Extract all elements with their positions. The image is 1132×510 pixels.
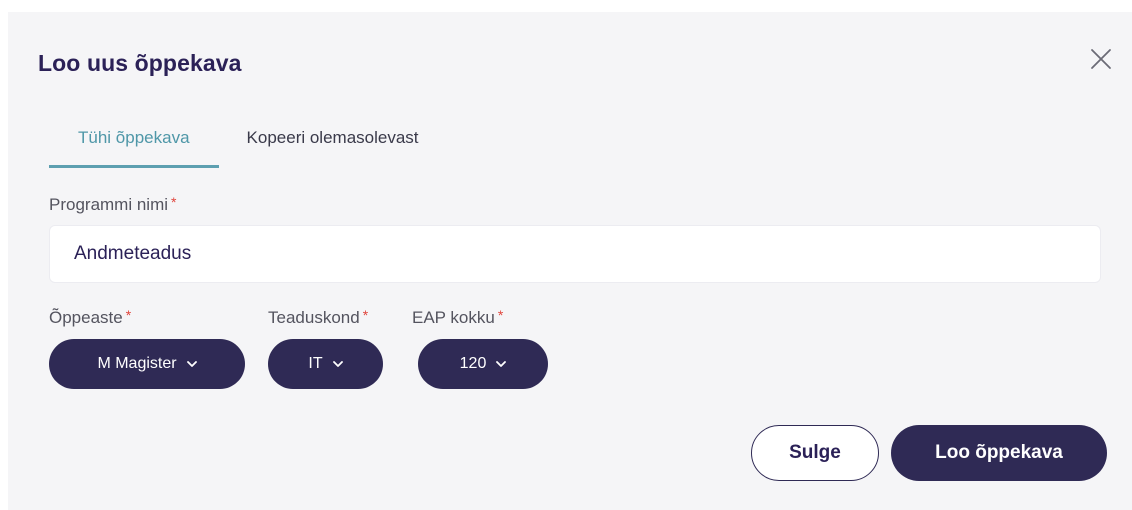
chevron-down-icon — [496, 360, 507, 367]
ects-select[interactable]: 120 — [418, 339, 548, 389]
level-label-text: Õppeaste — [49, 308, 123, 327]
tab-empty-curriculum[interactable]: Tühi õppekava — [49, 120, 219, 168]
close-dialog-button[interactable]: Sulge — [751, 425, 879, 481]
required-mark: * — [171, 194, 177, 210]
chevron-down-icon — [186, 360, 197, 367]
required-mark: * — [497, 307, 504, 323]
ects-label-text: EAP kokku — [412, 308, 495, 327]
level-select-value: M Magister — [97, 355, 177, 372]
ects-label: EAP kokku * — [412, 307, 503, 328]
program-name-input[interactable] — [49, 225, 1101, 283]
required-mark: * — [125, 307, 132, 323]
faculty-select[interactable]: IT — [268, 339, 383, 389]
dialog-title: Loo uus õppekava — [38, 50, 242, 76]
close-icon — [1091, 49, 1111, 69]
tab-copy-existing[interactable]: Kopeeri olemasolevast — [219, 120, 448, 168]
ects-select-value: 120 — [459, 355, 487, 372]
faculty-select-value: IT — [308, 355, 323, 372]
close-button[interactable] — [1088, 46, 1114, 72]
program-name-label: Programmi nimi * — [49, 194, 176, 215]
create-curriculum-dialog: Loo uus õppekava Tühi õppekava Kopeeri o… — [8, 12, 1132, 510]
faculty-label-text: Teaduskond — [268, 308, 360, 327]
level-label: Õppeaste * — [49, 307, 131, 328]
level-select[interactable]: M Magister — [49, 339, 245, 389]
create-curriculum-button[interactable]: Loo õppekava — [891, 425, 1107, 481]
required-mark: * — [362, 307, 369, 323]
program-name-label-text: Programmi nimi — [49, 195, 169, 214]
tab-bar: Tühi õppekava Kopeeri olemasolevast — [49, 120, 448, 168]
faculty-label: Teaduskond * — [268, 307, 368, 328]
chevron-down-icon — [332, 360, 343, 367]
